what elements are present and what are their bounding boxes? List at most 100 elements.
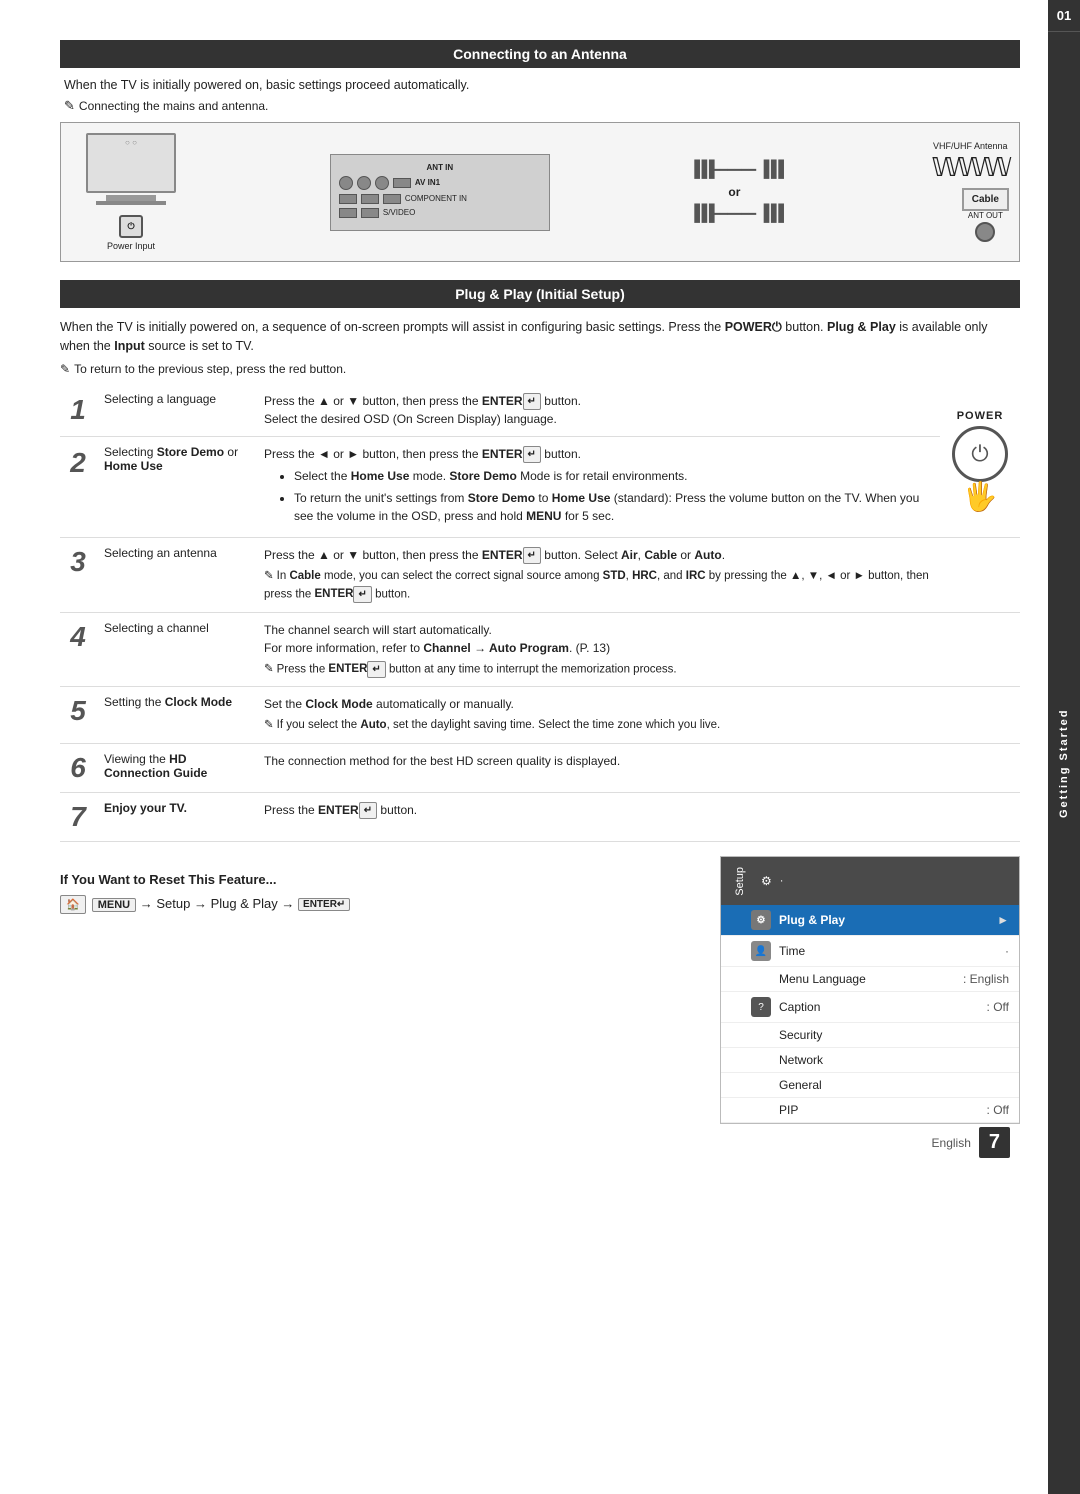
port-row-3: S/VIDEO <box>339 208 541 218</box>
step-5-row: 5 Setting the Clock Mode Set the Clock M… <box>60 687 1020 743</box>
setup-item-value-plug-play: ► <box>997 913 1009 927</box>
port-circle-1 <box>339 176 353 190</box>
setup-header-dot: · <box>780 875 784 887</box>
step-3-row: 3 Selecting an antenna Press the ▲ or ▼ … <box>60 538 1020 612</box>
ant-out-label: ANT OUT <box>962 211 1009 220</box>
step-1-name: Selecting a language <box>96 384 256 437</box>
port-row-1: AV IN1 <box>339 176 541 190</box>
setup-item-icon-caption: ? <box>751 997 771 1017</box>
sidebar-tab: 01 Getting Started <box>1048 0 1080 1494</box>
plug-play-text: Plug & Play <box>211 896 278 911</box>
port-circle-2 <box>357 176 371 190</box>
step-6-row: 6 Viewing the HD Connection Guide The co… <box>60 743 1020 792</box>
power-input-label: Power Input <box>107 241 155 251</box>
setup-item-time: 👤 Time · <box>721 936 1019 967</box>
step-4-num: 4 <box>60 612 96 687</box>
setup-item-caption: ? Caption : Off <box>721 992 1019 1023</box>
footer-page-number: 7 <box>979 1127 1010 1158</box>
power-icon-cell: POWER ⏻ 🖐 <box>940 384 1020 538</box>
antenna-section: Connecting to an Antenna When the TV is … <box>60 40 1020 262</box>
setup-item-name-general: General <box>779 1078 1009 1092</box>
reset-command: 🏠 MENU → Setup → Plug & Play → ENTER↵ <box>60 895 700 914</box>
power-button-diagram: ⏻ <box>119 215 142 238</box>
arrow-3: → <box>281 896 298 911</box>
diagram-tv: ⏻ Power Input <box>71 133 191 251</box>
ant-out-port <box>975 222 995 242</box>
setup-gear-icon: ⚙ <box>761 874 772 888</box>
step-5-note: If you select the Auto, set the daylight… <box>264 717 932 734</box>
step-7-desc: Press the ENTER↵ button. <box>256 792 940 841</box>
setup-item-network: Network <box>721 1048 1019 1073</box>
horiz-line-2: ━━━━━━ <box>713 207 756 221</box>
steps-table: 1 Selecting a language Press the ▲ or ▼ … <box>60 384 1020 842</box>
sidebar-chapter-title: Getting Started <box>1048 32 1080 1494</box>
port-rect-5 <box>339 208 357 218</box>
step-6-desc: The connection method for the best HD sc… <box>256 743 940 792</box>
port-circle-3 <box>375 176 389 190</box>
or-divider: or <box>728 185 740 199</box>
coax-connector-1: ▐▐▐ <box>689 161 711 179</box>
enter-btn: ENTER↵ <box>298 898 350 911</box>
step-2-bullet-2: To return the unit's settings from Store… <box>294 489 932 525</box>
step-3-name: Selecting an antenna <box>96 538 256 612</box>
setup-item-icon-time: 👤 <box>751 941 771 961</box>
step-5-name: Setting the Clock Mode <box>96 687 256 743</box>
setup-item-value-caption: : Off <box>987 1000 1009 1014</box>
step-3-note: In Cable mode, you can select the correc… <box>264 568 932 603</box>
setup-item-general: General <box>721 1073 1019 1098</box>
setup-item-security: Security <box>721 1023 1019 1048</box>
power-label: POWER <box>957 410 1004 422</box>
step-2-row: 2 Selecting Store Demo or Home Use Press… <box>60 436 1020 537</box>
step-3-desc: Press the ▲ or ▼ button, then press the … <box>256 538 940 612</box>
step-2-num: 2 <box>60 436 96 537</box>
step-7-num: 7 <box>60 792 96 841</box>
plug-play-header: Plug & Play (Initial Setup) <box>60 280 1020 308</box>
antenna-note: Connecting the mains and antenna. <box>64 98 1020 114</box>
arrow-2: → <box>194 896 211 911</box>
step-4-name: Selecting a channel <box>96 612 256 687</box>
step-4-row: 4 Selecting a channel The channel search… <box>60 612 1020 687</box>
setup-menu-header: Setup ⚙ · <box>721 857 1019 906</box>
bottom-area: If You Want to Reset This Feature... 🏠 M… <box>60 856 1020 1125</box>
step-6-num: 6 <box>60 743 96 792</box>
antenna-intro: When the TV is initially powered on, bas… <box>64 78 1020 92</box>
right-antenna-group: VHF/UHF Antenna 𝕎𝕎𝕎 Cable ANT OUT <box>919 141 1009 244</box>
setup-item-value-time: · <box>1005 944 1009 958</box>
setup-item-plug-play: ⚙ Plug & Play ► <box>721 905 1019 936</box>
reset-section: If You Want to Reset This Feature... 🏠 M… <box>60 872 700 914</box>
step-7-name: Enjoy your TV. <box>96 792 256 841</box>
setup-item-icon-plug-play: ⚙ <box>751 910 771 930</box>
antenna-header: Connecting to an Antenna <box>60 40 1020 68</box>
sidebar-chapter-number: 01 <box>1048 0 1080 32</box>
setup-item-name-caption: Caption <box>779 1000 987 1014</box>
port-rect-2 <box>339 194 357 204</box>
setup-text: Setup <box>156 896 190 911</box>
footer-language: English <box>932 1136 971 1150</box>
setup-item-name-pip: PIP <box>779 1103 987 1117</box>
cable-box-group: Cable ANT OUT <box>962 188 1009 244</box>
cable-connector-group: ▐▐▐ ━━━━━━ ▐▐▐ or ▐▐▐ ━━━━━━ ▐▐▐ <box>689 161 780 223</box>
setup-item-name-menu-language: Menu Language <box>779 972 963 986</box>
step-4-note: Press the ENTER↵ button at any time to i… <box>264 661 932 679</box>
setup-menu: Setup ⚙ · ⚙ Plug & Play ► 👤 Time · <box>720 856 1020 1125</box>
diagram-back-panel: ANT IN AV IN1 COMPONENT IN <box>330 154 550 231</box>
page-footer: English 7 <box>932 1127 1010 1158</box>
step-5-desc: Set the Clock Mode automatically or manu… <box>256 687 940 743</box>
cable-label: Cable <box>962 188 1009 211</box>
port-rect-1 <box>393 178 411 188</box>
setup-sidebar-label: Setup <box>731 863 749 900</box>
step-1-desc: Press the ▲ or ▼ button, then press the … <box>256 384 940 437</box>
tv-screen-shape <box>86 133 176 193</box>
pp-intro: When the TV is initially powered on, a s… <box>60 318 1020 356</box>
menu-icon: 🏠 <box>60 895 86 914</box>
coax-connector-2: ▐▐▐ <box>758 161 780 179</box>
step-6-name: Viewing the HD Connection Guide <box>96 743 256 792</box>
setup-item-pip: PIP : Off <box>721 1098 1019 1123</box>
step-4-desc: The channel search will start automatica… <box>256 612 940 687</box>
power-button-icon: ⏻ <box>952 426 1008 482</box>
setup-item-name-network: Network <box>779 1053 1009 1067</box>
coax-connector-4: ▐▐▐ <box>758 205 780 223</box>
port-rect-6 <box>361 208 379 218</box>
step-1-num: 1 <box>60 384 96 437</box>
antenna-diagram: ⏻ Power Input ANT IN AV IN1 <box>60 122 1020 262</box>
